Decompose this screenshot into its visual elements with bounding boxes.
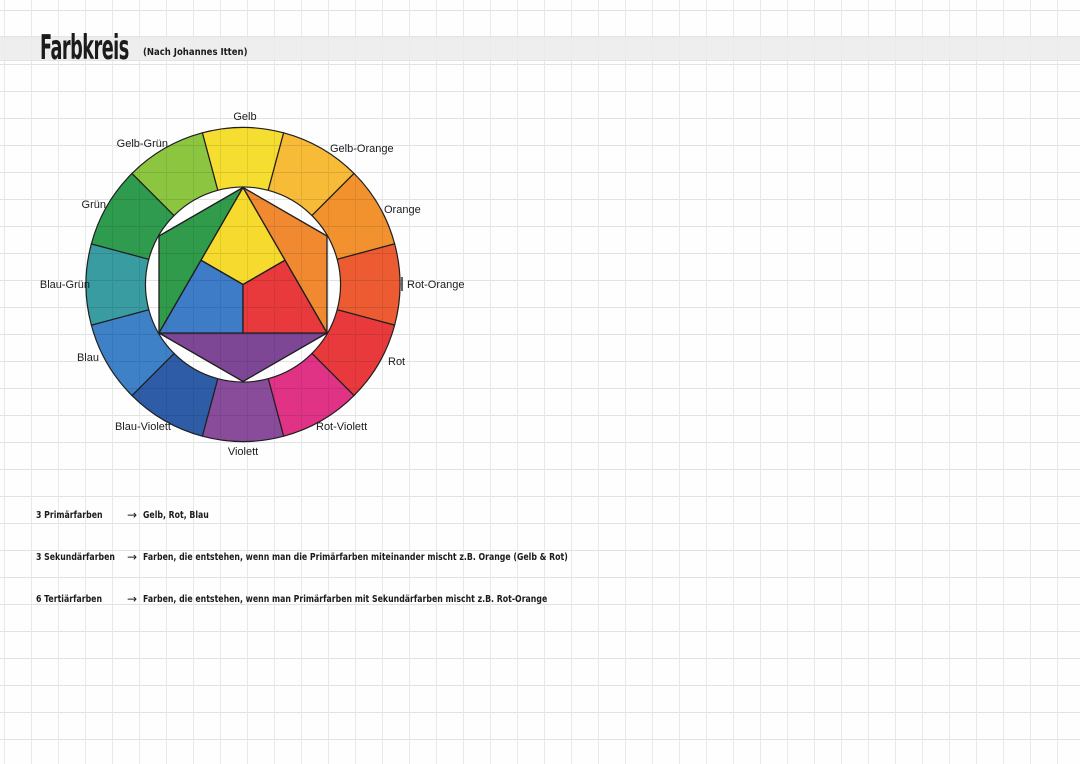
note-arrow-icon: →: [127, 509, 137, 521]
note-arrow-icon: →: [127, 551, 137, 563]
note-definition: Farben, die entstehen, wenn man die Prim…: [143, 551, 568, 564]
note-definition: Farben, die entstehen, wenn man Primärfa…: [143, 593, 547, 606]
note-term: 3 Primärfarben: [36, 509, 103, 522]
note-definition: Gelb, Rot, Blau: [143, 509, 209, 522]
note-page: Farbkreis (Nach Johannes Itten) GelbGelb…: [0, 0, 1080, 764]
notes-section: 3 Primärfarben → Gelb, Rot, Blau 3 Sekundär…: [0, 0, 1080, 764]
note-term: 3 Sekundärfarben: [36, 551, 115, 564]
note-arrow-icon: →: [127, 593, 137, 605]
note-term: 6 Tertiärfarben: [36, 593, 102, 606]
